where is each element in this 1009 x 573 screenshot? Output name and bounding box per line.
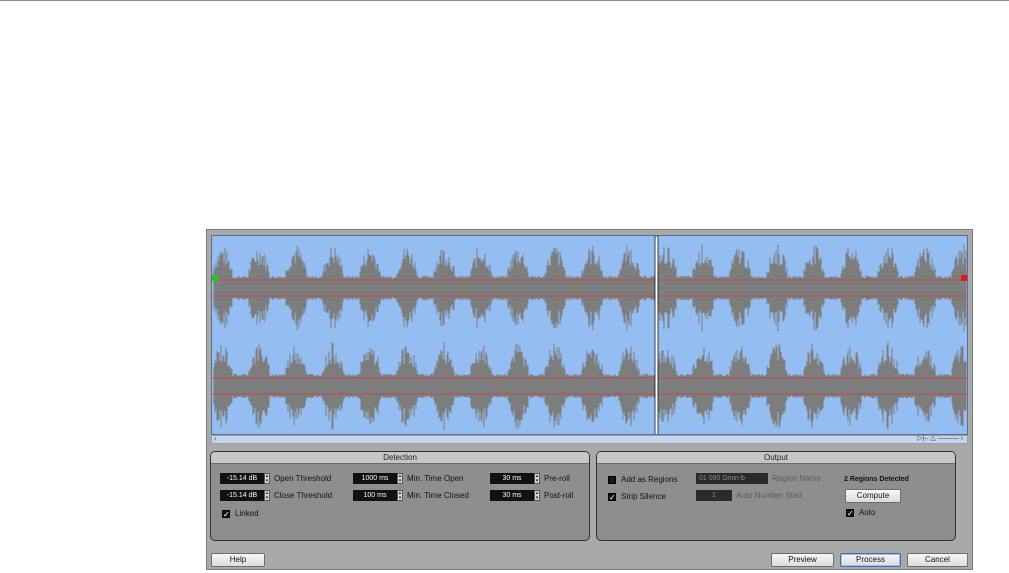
open-threshold-field[interactable]: -15.14 dB xyxy=(220,473,264,484)
compute-button[interactable]: Compute xyxy=(845,489,901,503)
strip-silence-label: Strip Silence xyxy=(621,492,666,501)
waveform-channel-2 xyxy=(213,342,967,430)
strip-silence-checkbox[interactable]: ✓ xyxy=(608,493,616,502)
detection-title: Detection xyxy=(211,452,589,464)
zoom-slider-icon[interactable]: ▷|– △ ——— › xyxy=(917,434,963,442)
playback-cursor[interactable] xyxy=(654,236,659,435)
close-threshold-spinner[interactable]: ▴ ▾ xyxy=(264,490,270,501)
strip-silence-dialog: ‹ ▷|– △ ——— › Detection -15.14 dB ▴ ▾ Ope… xyxy=(206,229,973,570)
min-time-closed-label: Min. Time Closed xyxy=(407,491,469,500)
pre-roll-label: Pre-roll xyxy=(544,474,570,483)
waveform-channel-1 xyxy=(213,244,967,332)
waveform-svg xyxy=(212,236,967,435)
cancel-button[interactable]: Cancel xyxy=(907,553,968,567)
scroll-left-icon[interactable]: ‹ xyxy=(214,434,217,443)
end-marker-handle[interactable] xyxy=(961,275,967,281)
auto-label: Auto xyxy=(859,508,876,517)
waveform-display[interactable] xyxy=(211,235,968,435)
start-marker-handle[interactable] xyxy=(212,275,218,281)
linked-checkbox[interactable]: ✓ xyxy=(222,510,230,519)
close-threshold-label: Close Threshold xyxy=(274,491,333,500)
open-threshold-spinner[interactable]: ▴ ▾ xyxy=(264,473,270,484)
process-button[interactable]: Process xyxy=(840,553,901,567)
add-as-regions-checkbox[interactable] xyxy=(608,476,616,484)
min-time-open-label: Min. Time Open xyxy=(407,474,464,483)
output-panel: Output Add as Regions ✓ Strip Silence 01… xyxy=(596,451,956,541)
open-threshold-label: Open Threshold xyxy=(274,474,332,483)
preview-button[interactable]: Preview xyxy=(771,553,834,567)
min-time-open-spinner[interactable]: ▴ ▾ xyxy=(397,473,403,484)
region-name-label: Region Name xyxy=(772,474,821,483)
help-button[interactable]: Help xyxy=(211,553,265,567)
post-roll-field[interactable]: 30 ms xyxy=(490,490,534,501)
min-time-closed-field[interactable]: 100 ms xyxy=(353,490,397,501)
top-divider xyxy=(0,0,1009,1)
region-name-field[interactable]: 01 090 Dmin-b xyxy=(696,473,768,484)
regions-detected-text: 2 Regions Detected xyxy=(844,476,909,483)
output-title: Output xyxy=(597,452,955,464)
min-time-open-field[interactable]: 1000 ms xyxy=(353,473,397,484)
post-roll-label: Post-roll xyxy=(544,491,574,500)
auto-number-start-label: Auto Number Start xyxy=(736,491,803,500)
close-threshold-field[interactable]: -15.14 dB xyxy=(220,490,264,501)
auto-checkbox[interactable]: ✓ xyxy=(846,509,854,518)
min-time-closed-spinner[interactable]: ▴ ▾ xyxy=(397,490,403,501)
pre-roll-spinner[interactable]: ▴ ▾ xyxy=(534,473,540,484)
detection-panel: Detection -15.14 dB ▴ ▾ Open Threshold -1… xyxy=(210,451,590,541)
add-as-regions-label: Add as Regions xyxy=(621,475,678,484)
auto-number-start-field[interactable]: 1 xyxy=(696,490,732,501)
post-roll-spinner[interactable]: ▴ ▾ xyxy=(534,490,540,501)
pre-roll-field[interactable]: 30 ms xyxy=(490,473,534,484)
linked-label: Linked xyxy=(235,509,259,518)
waveform-scrollbar[interactable]: ‹ ▷|– △ ——— › xyxy=(211,434,968,444)
